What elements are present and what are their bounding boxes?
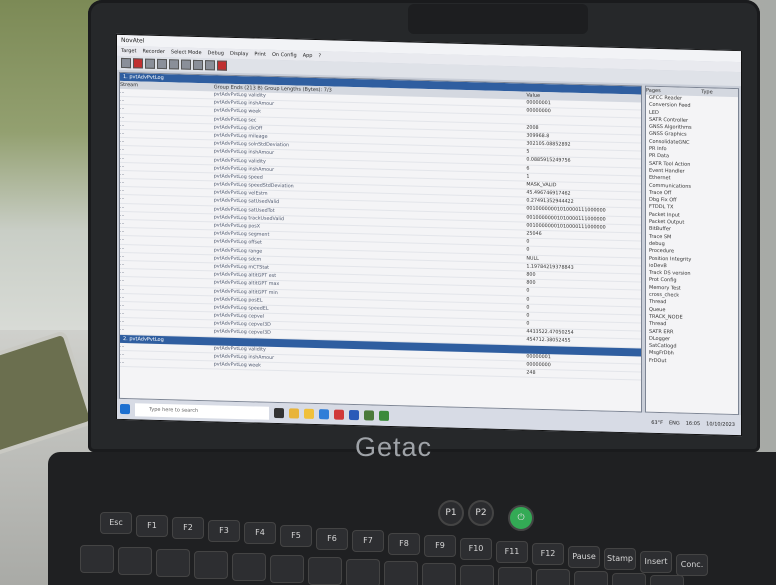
toolbar-button[interactable]: [181, 59, 191, 70]
cell-stream: ...: [120, 359, 125, 366]
side-list: GFCC Reader Conversion Feed LED SATR Contro…: [646, 95, 738, 367]
toolbar-button[interactable]: [169, 59, 179, 70]
chrome-icon[interactable]: [289, 408, 299, 419]
app-icon[interactable]: [334, 409, 344, 420]
word-icon[interactable]: [349, 409, 359, 421]
side-pane: Pages Type GFCC Reader Conversion Feed LED…: [645, 85, 739, 416]
panes: 1. pvtAdvPvtLog Stream Group Ends (213 B…: [119, 71, 739, 416]
key[interactable]: [232, 553, 266, 581]
key[interactable]: F3: [208, 519, 240, 542]
log-rows: ... pvtAdvPvtLog validity 00000001... pvtAd…: [120, 88, 641, 349]
key[interactable]: F11: [496, 540, 528, 563]
key[interactable]: F12: [532, 543, 564, 566]
log-pane: 1. pvtAdvPvtLog Stream Group Ends (213 B…: [119, 71, 642, 413]
menu-item[interactable]: Recorder: [142, 46, 164, 57]
key[interactable]: [270, 555, 304, 583]
weather-label[interactable]: 63°F: [651, 420, 663, 426]
menu-item[interactable]: App: [303, 51, 313, 61]
start-icon[interactable]: [120, 403, 130, 415]
power-button[interactable]: ⏻: [508, 505, 534, 531]
edge-icon[interactable]: [319, 409, 329, 420]
key[interactable]: F4: [244, 522, 276, 545]
key[interactable]: Conc.: [676, 553, 708, 576]
key[interactable]: Insert: [640, 551, 672, 573]
toolbar-button[interactable]: [157, 58, 167, 70]
key[interactable]: [346, 559, 380, 585]
app-icon[interactable]: [364, 410, 374, 421]
key[interactable]: [612, 573, 646, 585]
key[interactable]: [118, 547, 152, 575]
key[interactable]: F1: [136, 514, 168, 537]
menu-item[interactable]: Select Mode: [171, 47, 202, 58]
menu-item[interactable]: Display: [230, 49, 248, 59]
key[interactable]: Stamp: [604, 548, 636, 571]
window-background: [0, 0, 100, 330]
system-tray: 63°F ENG 16:05 10/10/2023: [651, 420, 741, 428]
lid-handle: [408, 4, 588, 34]
taskbar-search[interactable]: Type here to search: [135, 402, 269, 420]
key[interactable]: [156, 549, 190, 577]
key[interactable]: F2: [172, 517, 204, 540]
key[interactable]: Pause: [568, 545, 600, 568]
toolbar-button[interactable]: [205, 60, 215, 71]
key[interactable]: [80, 545, 114, 573]
key[interactable]: [460, 565, 494, 585]
clock-date[interactable]: 10/10/2023: [706, 421, 735, 428]
excel-icon[interactable]: [379, 410, 389, 421]
key[interactable]: [650, 575, 684, 585]
clock-time[interactable]: 16:05: [686, 421, 700, 427]
record-button[interactable]: [133, 58, 143, 69]
language-label[interactable]: ENG: [669, 420, 680, 426]
key[interactable]: [422, 563, 456, 585]
photo-scene: NovAtel Target Recorder Select Mode Debug Di…: [0, 0, 776, 585]
folder-icon[interactable]: [304, 408, 314, 419]
menu-item[interactable]: Print: [254, 49, 266, 59]
menu-item[interactable]: On Config: [272, 50, 297, 61]
p1-button[interactable]: P1: [438, 500, 464, 526]
stop-button[interactable]: [217, 60, 227, 71]
brand-logo: Getac: [355, 432, 433, 462]
key[interactable]: [194, 551, 228, 579]
key[interactable]: [536, 569, 570, 585]
key[interactable]: F6: [316, 527, 348, 550]
menu-item[interactable]: ?: [318, 51, 321, 61]
laptop-screen: NovAtel Target Recorder Select Mode Debug Di…: [116, 33, 742, 437]
menu-item[interactable]: Debug: [208, 48, 224, 58]
menu-item[interactable]: Target: [121, 46, 136, 56]
key[interactable]: F9: [424, 535, 456, 558]
side-header-type[interactable]: Type: [701, 88, 738, 97]
key[interactable]: [308, 557, 342, 585]
toolbar-button[interactable]: [145, 58, 155, 69]
key[interactable]: Esc: [100, 512, 132, 534]
task-view-icon[interactable]: [274, 407, 284, 419]
key[interactable]: F10: [460, 538, 492, 560]
key[interactable]: F8: [388, 532, 420, 555]
key[interactable]: F7: [352, 530, 384, 553]
key[interactable]: [384, 561, 418, 585]
key[interactable]: [498, 567, 532, 585]
side-list-item[interactable]: FrDOut: [646, 357, 738, 367]
key[interactable]: [574, 571, 608, 585]
key[interactable]: F5: [280, 525, 312, 547]
toolbar-button[interactable]: [193, 59, 203, 71]
p2-button[interactable]: P2: [468, 500, 494, 526]
toolbar-button[interactable]: [121, 57, 131, 69]
